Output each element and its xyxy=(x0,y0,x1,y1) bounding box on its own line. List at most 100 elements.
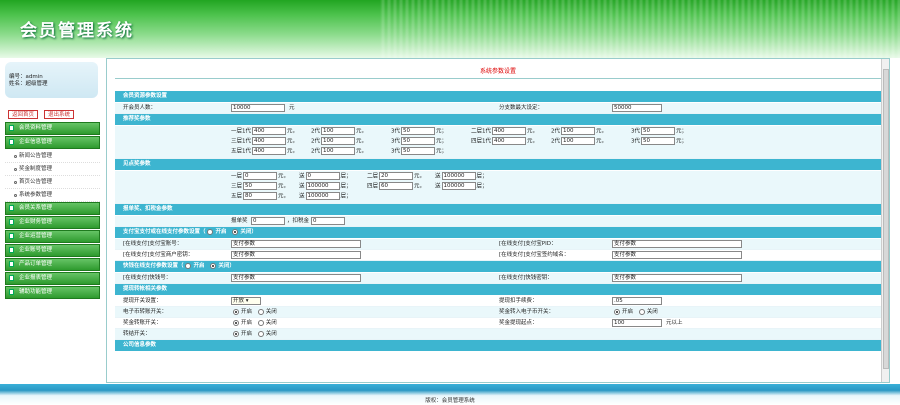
bonus-cell-unit: 元， xyxy=(356,128,368,135)
bonus-cell-unit: 元， xyxy=(278,183,290,190)
user-id: 编号：admin xyxy=(9,74,43,80)
sidebar-group-item[interactable]: 企业运营管理 xyxy=(5,230,100,243)
bonus-transfer-close-radio[interactable] xyxy=(257,319,264,326)
alipay-pid-input[interactable]: 支付参数 xyxy=(612,240,742,248)
alipay-key-input[interactable]: 支付参数 xyxy=(231,251,361,259)
bonus-cell-unit: 元， xyxy=(287,128,299,135)
bonus-grid-row: 三层1代 400 元， 2代 100 元， 3代 50 元； 四层1代 400 元， 2代 100 元， 3代… xyxy=(115,137,885,147)
bonus-to-ecoin-open-label: 开启 xyxy=(622,309,634,315)
bonus-cell: 一层 0 元， xyxy=(231,172,289,181)
bonus-cell-input[interactable]: 400 xyxy=(492,137,526,145)
bonus-cell-input[interactable]: 400 xyxy=(492,127,526,135)
bonus-cell-input[interactable]: 100000 xyxy=(441,172,476,180)
bonus-cell: 2代 100 元， xyxy=(551,127,607,136)
sidebar-group-item[interactable]: 企业账号管理 xyxy=(5,244,100,257)
bonus-cell-input[interactable]: 50 xyxy=(641,137,675,145)
bill-section-tail: ） xyxy=(229,263,235,269)
alipay-open-radio[interactable] xyxy=(207,228,214,235)
bonus-cell-input[interactable]: 50 xyxy=(641,127,675,135)
sidebar-sub-item[interactable]: 首页公告管理 xyxy=(5,176,100,189)
settle-close-radio[interactable] xyxy=(257,330,264,337)
bonus-transfer-open-radio[interactable] xyxy=(233,319,239,326)
bill-open-radio[interactable] xyxy=(185,262,192,269)
footer: 版权：会员管理系统 xyxy=(0,384,900,405)
bonus-to-ecoin-open-radio[interactable] xyxy=(614,308,620,315)
member-count-input[interactable]: 10000 xyxy=(231,104,285,112)
alipay-row-1: [在线支付]支付宝账号： 支付参数 [在线支付]支付宝PID： 支付参数 xyxy=(115,239,885,250)
bonus-cell-input[interactable]: 100 xyxy=(561,127,595,135)
bonus-cell: 3代 50 元； xyxy=(391,137,447,146)
ecoin-open-radio[interactable] xyxy=(233,308,239,315)
bonus-cell-input[interactable]: 50 xyxy=(243,182,278,190)
sidebar-group-item[interactable]: 辅助功能管理 xyxy=(5,286,100,299)
bonus-cell-input[interactable]: 0 xyxy=(305,172,340,180)
home-button[interactable]: 返回首页 xyxy=(8,110,39,119)
vertical-scrollbar[interactable] xyxy=(881,59,889,382)
sidebar-group-item[interactable]: 产品订单管理 xyxy=(5,258,100,271)
bill-account-input[interactable]: 支付参数 xyxy=(231,274,361,282)
order-bonus-input[interactable]: 0 xyxy=(251,217,285,225)
bonus-cell-input[interactable]: 100000 xyxy=(441,182,476,190)
alipay-account-input[interactable]: 支付参数 xyxy=(231,240,361,248)
bonus-cell-input[interactable]: 400 xyxy=(252,147,286,155)
sidebar-sub-item[interactable]: 系统参数管理 xyxy=(5,189,100,202)
bonus-cell-input[interactable]: 100 xyxy=(561,137,595,145)
bonus-cell-input[interactable]: 100 xyxy=(321,137,355,145)
bonus-cell-unit: 元； xyxy=(676,138,688,145)
ecoin-transfer-label: 电子币转账开关： xyxy=(123,309,168,315)
withdraw-switch-value: 开放 xyxy=(233,298,245,304)
bonus-cell-input[interactable]: 100 xyxy=(321,147,355,155)
bonus-to-ecoin-close-radio[interactable] xyxy=(638,308,645,315)
bonus-cell-input[interactable]: 60 xyxy=(379,182,414,190)
bill-key-input[interactable]: 支付参数 xyxy=(612,274,742,282)
sidebar-sub-item[interactable]: 新闻公告管理 xyxy=(5,150,100,163)
sidebar-item-label: 辅助功能管理 xyxy=(19,289,53,295)
withdraw-fee-input[interactable]: .05 xyxy=(612,297,662,305)
bonus-cell: 五层1代 400 元， xyxy=(231,147,298,156)
withdraw-switch-select[interactable]: 开放 ▾ xyxy=(231,297,261,305)
ecoin-close-radio[interactable] xyxy=(257,308,264,315)
bonus-transfer-close-label: 关闭 xyxy=(265,320,277,326)
settle-open-radio[interactable] xyxy=(233,330,239,337)
folder-icon xyxy=(9,261,14,267)
bonus-cell-label: 送 xyxy=(435,173,441,180)
bonus-cell-label: 二层 xyxy=(367,173,379,180)
bonus-cell: 四层1代 400 元， xyxy=(471,137,538,146)
bonus-cell-input[interactable]: 20 xyxy=(379,172,414,180)
sidebar-group-item[interactable]: 会员资料管理 xyxy=(5,122,100,135)
sidebar-item-label: 企业运营管理 xyxy=(19,233,53,239)
branch-max-input[interactable]: 50000 xyxy=(612,104,662,112)
sidebar-sub-item[interactable]: 奖金制度管理 xyxy=(5,163,100,176)
sidebar-group-item[interactable]: 企业财务管理 xyxy=(5,216,100,229)
bonus-cell-input[interactable]: 80 xyxy=(243,192,278,200)
bonus-cell-unit: 元， xyxy=(278,173,290,180)
bonus-cell-input[interactable]: 50 xyxy=(401,127,435,135)
withdraw-min-input[interactable]: 100 xyxy=(612,319,662,327)
bonus-cell-input[interactable]: 50 xyxy=(401,137,435,145)
bonus-cell: 3代 50 元； xyxy=(391,147,447,156)
bonus-cell-input[interactable]: 100000 xyxy=(305,192,340,200)
bonus-cell-label: 五层1代 xyxy=(231,148,251,155)
scrollbar-thumb[interactable] xyxy=(883,69,889,369)
sidebar-group-item[interactable]: 会员关系管理 xyxy=(5,202,100,215)
bullet-icon xyxy=(14,194,17,197)
alipay-close-radio[interactable] xyxy=(232,228,239,235)
bonus-cell-input[interactable]: 0 xyxy=(243,172,278,180)
folder-icon xyxy=(9,125,14,131)
tax-input[interactable]: 0 xyxy=(311,217,345,225)
user-name: 姓名：超级管理 xyxy=(9,81,48,87)
bonus-cell-input[interactable]: 100000 xyxy=(305,182,340,190)
sidebar-group-item[interactable]: 企业信息管理 xyxy=(5,136,100,149)
seen-bonus-rows: 一层 0 元，送 0 层； 二层 20 元，送 100000 层； 三层 50 元，送 100000 层；四… xyxy=(115,171,885,204)
bill-close-radio[interactable] xyxy=(210,262,217,269)
section-member-resource: 会员资源参数设置 xyxy=(115,91,885,102)
exit-button[interactable]: 退出系统 xyxy=(44,110,75,119)
bonus-cell-input[interactable]: 100 xyxy=(321,127,355,135)
alipay-domain-input[interactable]: 支付参数 xyxy=(612,251,742,259)
bonus-cell-input[interactable]: 400 xyxy=(252,127,286,135)
order-bonus-label: 报单奖 xyxy=(231,218,248,224)
bonus-cell-input[interactable]: 400 xyxy=(252,137,286,145)
bonus-cell: 四层 60 元， xyxy=(367,182,425,191)
bonus-cell-input[interactable]: 50 xyxy=(401,147,435,155)
sidebar-group-item[interactable]: 企业报表管理 xyxy=(5,272,100,285)
